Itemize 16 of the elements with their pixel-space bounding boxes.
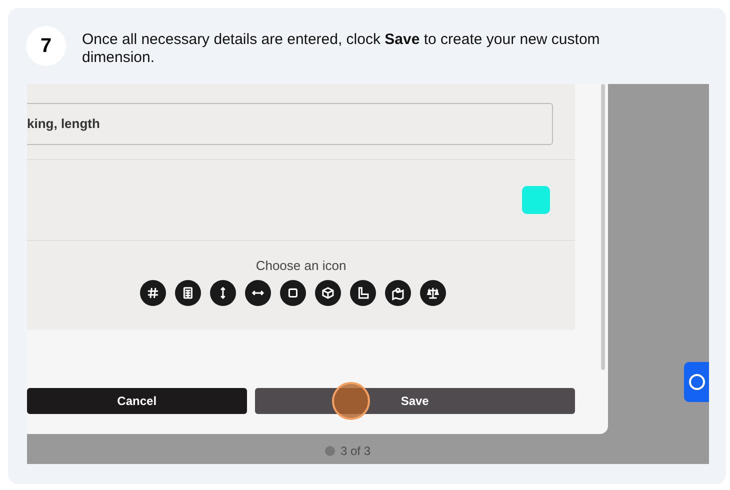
- scrollbar[interactable]: [601, 84, 605, 370]
- save-button[interactable]: Save: [254, 388, 575, 414]
- step-number: 7: [26, 26, 66, 66]
- cube-icon[interactable]: [315, 280, 341, 306]
- instruction-text: Once all necessary details are entered, clock Save to create your new custom dimension.: [82, 31, 601, 67]
- calculator-icon[interactable]: [175, 280, 201, 306]
- ruler-icon[interactable]: [350, 280, 376, 306]
- hash-icon[interactable]: [140, 280, 166, 306]
- text-field[interactable]: king, length: [27, 103, 553, 145]
- square-icon[interactable]: [280, 280, 306, 306]
- color-swatch[interactable]: [522, 186, 550, 214]
- map-pin-icon[interactable]: [385, 280, 411, 306]
- pager-text: 3 of 3: [340, 443, 371, 460]
- scale-icon[interactable]: [420, 280, 446, 306]
- cancel-button[interactable]: Cancel: [27, 388, 247, 414]
- icon-picker-label: Choose an icon: [256, 257, 346, 275]
